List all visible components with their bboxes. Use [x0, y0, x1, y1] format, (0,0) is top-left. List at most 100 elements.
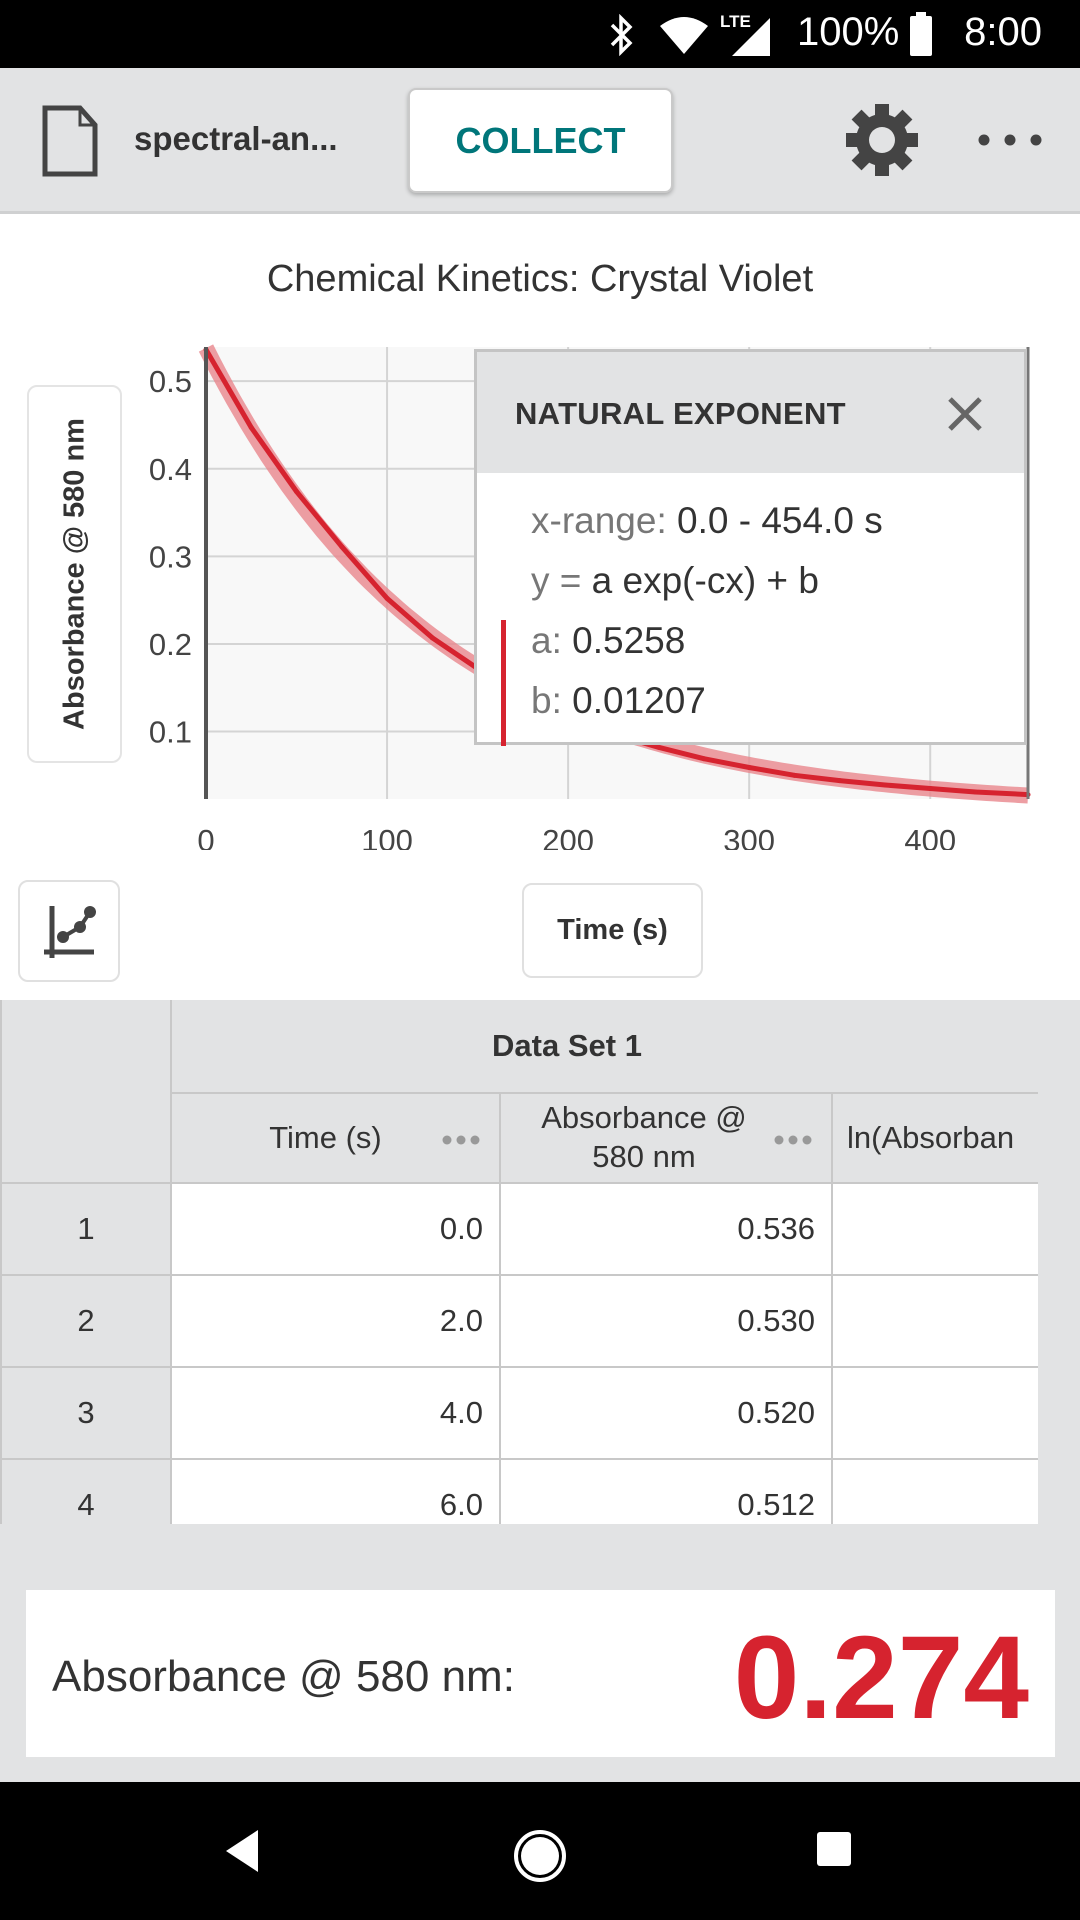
cell-absorbance[interactable]: 0.520 [501, 1368, 833, 1460]
fit-param-a-value: 0.5258 [572, 620, 686, 661]
x-tick-label: 100 [361, 823, 413, 850]
data-point [294, 489, 300, 495]
y-tick-label: 0.1 [149, 715, 192, 750]
data-point [791, 772, 797, 778]
y-tick-label: 0.2 [149, 627, 192, 662]
cell-ln-absorbance[interactable] [833, 1460, 1038, 1524]
battery-icon [910, 12, 932, 56]
cell-ln-absorbance[interactable] [833, 1368, 1038, 1460]
fit-x-range-key: x-range: [531, 500, 667, 541]
cell-time[interactable]: 6.0 [172, 1460, 501, 1524]
fit-equation: y = a exp(-cx) + b [531, 560, 819, 602]
wifi-icon [660, 17, 708, 54]
fit-equation-value: a exp(-cx) + b [591, 560, 819, 601]
file-name[interactable]: spectral-an... [134, 120, 338, 158]
fit-param-a: a: 0.5258 [531, 620, 685, 662]
row-number-header [0, 1000, 172, 1184]
data-point [384, 595, 390, 601]
cell-ln-absorbance[interactable] [833, 1184, 1038, 1276]
data-point [701, 756, 707, 762]
data-table[interactable]: Data Set 1 Time (s) Absorbance @ 580 nm … [0, 1000, 1080, 1524]
lte-signal-icon: LTE [720, 12, 770, 56]
data-point [429, 635, 435, 641]
data-point [656, 744, 662, 750]
x-axis-label-button[interactable]: Time (s) [522, 883, 703, 978]
cell-time[interactable]: 4.0 [172, 1368, 501, 1460]
lte-label: LTE [720, 12, 751, 31]
curve-fit-header: NATURAL EXPONENT [477, 352, 1024, 473]
y-tick-label: 0.5 [149, 364, 192, 399]
recents-icon[interactable] [815, 1830, 855, 1870]
row-number[interactable]: 1 [0, 1184, 172, 1276]
row-number[interactable]: 2 [0, 1276, 172, 1368]
cell-absorbance-text: 0.530 [737, 1303, 815, 1338]
data-point [927, 785, 933, 791]
fit-equation-key: y = [531, 560, 582, 601]
meter-value: 0.274 [733, 1612, 1029, 1744]
y-tick-label: 0.3 [149, 539, 192, 574]
data-point [837, 778, 843, 784]
row-number[interactable]: 3 [0, 1368, 172, 1460]
cell-absorbance[interactable]: 0.512 [501, 1460, 833, 1524]
row-number-text: 2 [77, 1303, 95, 1338]
fit-x-range-value: 0.0 - 454.0 s [677, 500, 883, 541]
home-icon[interactable] [510, 1826, 570, 1886]
cell-time-text: 4.0 [439, 1395, 483, 1430]
column-header-time[interactable]: Time (s) [172, 1094, 501, 1184]
close-icon[interactable] [945, 394, 985, 434]
column-menu-icon[interactable] [441, 1134, 481, 1146]
back-icon[interactable] [222, 1828, 262, 1874]
data-point [972, 789, 978, 795]
fit-param-b: b: 0.01207 [531, 680, 706, 722]
file-icon[interactable] [42, 105, 98, 177]
data-set-title-text: Data Set 1 [492, 1028, 642, 1063]
cell-absorbance-text: 0.536 [737, 1211, 815, 1246]
data-point [882, 782, 888, 788]
data-point [339, 544, 345, 550]
cell-absorbance-text: 0.512 [737, 1487, 815, 1522]
app-bar: spectral-an... COLLECT [0, 68, 1080, 214]
column-header-ln-absorbance-label: ln(Absorban [847, 1120, 1015, 1155]
fit-param-b-value: 0.01207 [572, 680, 706, 721]
cell-ln-absorbance[interactable] [833, 1276, 1038, 1368]
meter-area: Absorbance @ 580 nm: 0.274 [0, 1524, 1080, 1782]
column-header-absorbance-line2: 580 nm [592, 1139, 696, 1174]
cell-time[interactable]: 0.0 [172, 1184, 501, 1276]
row-number-text: 4 [77, 1487, 95, 1522]
row-number-text: 3 [77, 1395, 95, 1430]
x-tick-label: 400 [904, 823, 956, 850]
column-header-time-label: Time (s) [269, 1119, 382, 1155]
clock: 8:00 [964, 10, 1042, 54]
row-number-text: 1 [77, 1211, 95, 1246]
x-axis-label: Time (s) [557, 914, 668, 946]
navigation-bar [0, 1782, 1080, 1920]
x-tick-label: 300 [723, 823, 775, 850]
status-bar: LTE 100% 8:00 [0, 0, 1080, 68]
gear-icon[interactable] [842, 100, 922, 180]
curve-fit-popup: NATURAL EXPONENT x-range: 0.0 - 454.0 s … [474, 349, 1027, 746]
cell-absorbance[interactable]: 0.536 [501, 1184, 833, 1276]
row-number[interactable]: 4 [0, 1460, 172, 1524]
collect-button[interactable]: COLLECT [408, 88, 673, 193]
column-header-ln-absorbance[interactable]: ln(Absorban [833, 1094, 1038, 1184]
live-meter[interactable]: Absorbance @ 580 nm: 0.274 [26, 1590, 1055, 1757]
cell-absorbance[interactable]: 0.530 [501, 1276, 833, 1368]
data-set-title[interactable]: Data Set 1 [172, 1000, 1038, 1094]
y-tick-label: 0.4 [149, 452, 192, 487]
cell-time[interactable]: 2.0 [172, 1276, 501, 1368]
cell-time-text: 6.0 [439, 1487, 483, 1522]
graph-tools-button[interactable] [18, 880, 120, 982]
column-header-absorbance[interactable]: Absorbance @ 580 nm [501, 1094, 833, 1184]
x-tick-label: 200 [542, 823, 594, 850]
column-header-absorbance-line1: Absorbance @ [541, 1100, 747, 1136]
meter-label: Absorbance @ 580 nm: [52, 1652, 515, 1701]
battery-percent: 100% [797, 10, 900, 54]
fit-param-a-key: a: [531, 620, 562, 661]
data-point [746, 764, 752, 770]
fit-param-b-key: b: [531, 680, 562, 721]
column-menu-icon[interactable] [773, 1134, 813, 1146]
data-point [248, 425, 254, 431]
bluetooth-icon [610, 14, 633, 56]
cell-time-text: 0.0 [439, 1211, 483, 1246]
more-options-icon[interactable] [970, 120, 1050, 160]
